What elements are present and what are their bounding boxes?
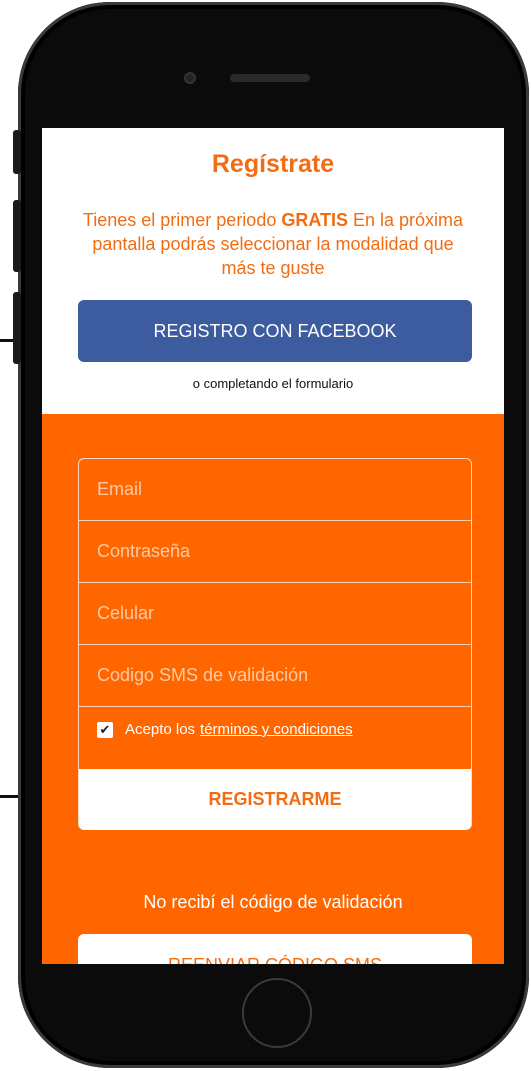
- form-alternative-text: o completando el formulario: [192, 376, 354, 391]
- no-code-text: No recibí el código de validación: [143, 892, 403, 912]
- phone-frame: Regístrate Tienes el primer periodo GRAT…: [13, 2, 529, 1068]
- resend-sms-button[interactable]: REENVIAR CÓDIGO SMS: [78, 934, 472, 964]
- page-subtitle: Tienes el primer periodo GRATIS En la pr…: [82, 208, 464, 280]
- mute-switch: [13, 130, 21, 174]
- register-button[interactable]: REGISTRARME: [79, 769, 471, 830]
- terms-row: ✔ Acepto los términos y condiciones: [97, 721, 353, 738]
- app-screen: Regístrate Tienes el primer periodo GRAT…: [42, 128, 504, 964]
- registration-form-section: Email Contraseña Celular Codigo SMS de v…: [42, 414, 504, 964]
- subtitle-text-start: Tienes el primer periodo: [82, 210, 282, 230]
- front-camera: [184, 72, 196, 84]
- home-button[interactable]: [242, 978, 312, 1048]
- facebook-register-button[interactable]: REGISTRO CON FACEBOOK: [78, 300, 472, 362]
- terms-checkbox[interactable]: ✔: [97, 721, 113, 738]
- password-field[interactable]: Contraseña: [79, 521, 471, 583]
- subtitle-free-highlight: GRATIS: [281, 210, 349, 230]
- email-field[interactable]: Email: [79, 459, 471, 521]
- phone-field[interactable]: Celular: [79, 583, 471, 645]
- terms-link[interactable]: términos y condiciones: [200, 721, 353, 738]
- sms-code-field[interactable]: Codigo SMS de validación: [79, 645, 471, 707]
- volume-down-button: [13, 292, 21, 364]
- registration-form: Email Contraseña Celular Codigo SMS de v…: [78, 458, 472, 830]
- terms-label: Acepto los: [125, 721, 196, 738]
- earpiece-speaker: [230, 74, 310, 82]
- page-title: Regístrate: [211, 150, 335, 178]
- volume-up-button: [13, 200, 21, 272]
